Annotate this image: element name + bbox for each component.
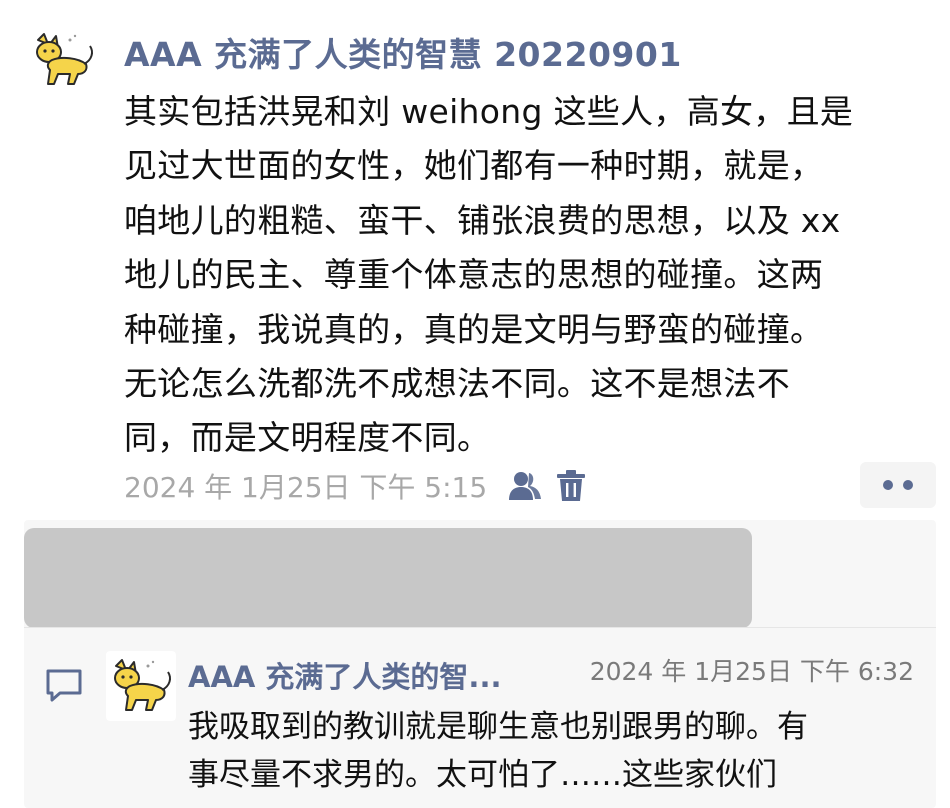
post-meta: 2024 年 1月25日 下午 5:15 (124, 464, 589, 508)
comment-timestamp: 2024 年 1月25日 下午 6:32 (589, 657, 914, 686)
cat-avatar-icon[interactable] (28, 30, 98, 90)
redacted-block (24, 528, 752, 628)
comment-bubble-icon (46, 669, 82, 702)
trash-icon[interactable] (553, 468, 589, 504)
comment-avatar[interactable] (106, 651, 176, 721)
more-button[interactable] (860, 462, 936, 508)
post-text: 其实包括洪晃和刘 weihong 这些人，高女，且是 见过大世面的女性，她们都有… (124, 92, 854, 458)
comment-text[interactable]: 我吸取到的教训就是聊生意也别跟男的聊。有 事尽量不求男的。太可怕了……这些家伙们 (188, 703, 918, 799)
post-author-name[interactable]: AAA 充满了人类的智慧 20220901 (124, 28, 682, 76)
post-timestamp: 2024 年 1月25日 下午 5:15 (124, 471, 488, 504)
comment-divider (24, 627, 936, 628)
cat-avatar-icon (114, 659, 171, 711)
more-dots-icon (883, 480, 913, 490)
moments-page: AAA 充满了人类的智慧 20220901 其实包括洪晃和刘 weihong 这… (0, 0, 950, 808)
contacts-icon[interactable] (507, 468, 543, 504)
comment-author-name[interactable]: AAA 充满了人类的智... (188, 654, 548, 696)
